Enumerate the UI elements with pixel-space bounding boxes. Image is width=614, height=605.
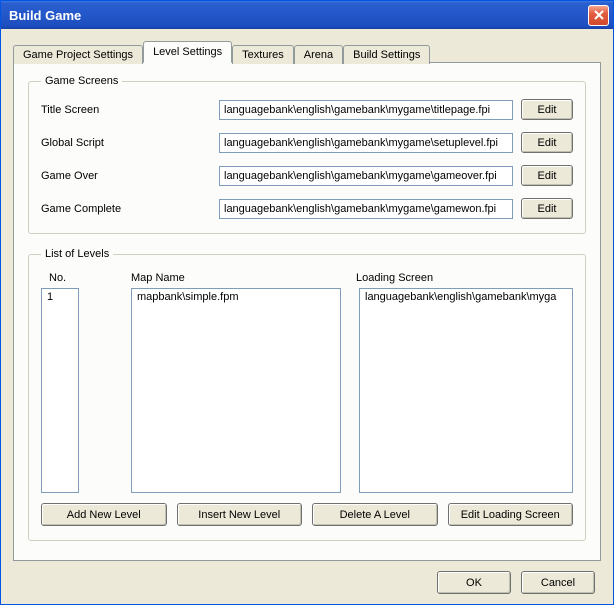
list-of-levels-legend: List of Levels xyxy=(41,248,113,260)
listbox-loading-screen[interactable]: languagebank\english\gamebank\myga xyxy=(359,288,573,493)
levels-lists: 1 mapbank\simple.fpm languagebank\englis… xyxy=(41,288,573,493)
tab-panel-level-settings: Game Screens Title Screen Edit Global Sc… xyxy=(13,62,601,561)
list-item[interactable]: mapbank\simple.fpm xyxy=(132,289,340,305)
levels-headers: No. Map Name Loading Screen xyxy=(41,272,573,284)
row-game-over: Game Over Edit xyxy=(41,165,573,186)
listbox-no[interactable]: 1 xyxy=(41,288,79,493)
add-new-level-button[interactable]: Add New Level xyxy=(41,503,167,526)
dialog-footer: OK Cancel xyxy=(13,561,601,594)
input-global-script[interactable] xyxy=(219,133,513,153)
client-area: Game Project Settings Level Settings Tex… xyxy=(1,29,613,604)
row-title-screen: Title Screen Edit xyxy=(41,99,573,120)
close-icon[interactable] xyxy=(588,5,609,26)
list-of-levels-group: List of Levels No. Map Name Loading Scre… xyxy=(28,248,586,541)
label-game-complete: Game Complete xyxy=(41,203,211,215)
tabstrip: Game Project Settings Level Settings Tex… xyxy=(13,41,601,63)
tab-arena[interactable]: Arena xyxy=(294,45,343,64)
header-no: No. xyxy=(41,272,131,284)
input-game-over[interactable] xyxy=(219,166,513,186)
row-global-script: Global Script Edit xyxy=(41,132,573,153)
row-game-complete: Game Complete Edit xyxy=(41,198,573,219)
input-game-complete[interactable] xyxy=(219,199,513,219)
cancel-button[interactable]: Cancel xyxy=(521,571,595,594)
tab-game-project-settings[interactable]: Game Project Settings xyxy=(13,45,143,64)
level-buttons-row: Add New Level Insert New Level Delete A … xyxy=(41,503,573,526)
window-title: Build Game xyxy=(9,8,588,23)
delete-a-level-button[interactable]: Delete A Level xyxy=(312,503,438,526)
titlebar: Build Game xyxy=(1,1,613,29)
label-global-script: Global Script xyxy=(41,137,211,149)
edit-loading-screen-button[interactable]: Edit Loading Screen xyxy=(448,503,574,526)
ok-button[interactable]: OK xyxy=(437,571,511,594)
edit-game-over-button[interactable]: Edit xyxy=(521,165,573,186)
edit-global-script-button[interactable]: Edit xyxy=(521,132,573,153)
listbox-map-name[interactable]: mapbank\simple.fpm xyxy=(131,288,341,493)
list-item[interactable]: 1 xyxy=(42,289,78,305)
build-game-window: Build Game Game Project Settings Level S… xyxy=(0,0,614,605)
game-screens-group: Game Screens Title Screen Edit Global Sc… xyxy=(28,75,586,234)
game-screens-legend: Game Screens xyxy=(41,75,122,87)
header-loading-screen: Loading Screen xyxy=(356,272,573,284)
tab-textures[interactable]: Textures xyxy=(232,45,294,64)
input-title-screen[interactable] xyxy=(219,100,513,120)
tab-build-settings[interactable]: Build Settings xyxy=(343,45,430,64)
list-item[interactable]: languagebank\english\gamebank\myga xyxy=(360,289,572,305)
header-map-name: Map Name xyxy=(131,272,356,284)
tab-level-settings[interactable]: Level Settings xyxy=(143,41,232,63)
label-title-screen: Title Screen xyxy=(41,104,211,116)
insert-new-level-button[interactable]: Insert New Level xyxy=(177,503,303,526)
edit-title-screen-button[interactable]: Edit xyxy=(521,99,573,120)
edit-game-complete-button[interactable]: Edit xyxy=(521,198,573,219)
label-game-over: Game Over xyxy=(41,170,211,182)
